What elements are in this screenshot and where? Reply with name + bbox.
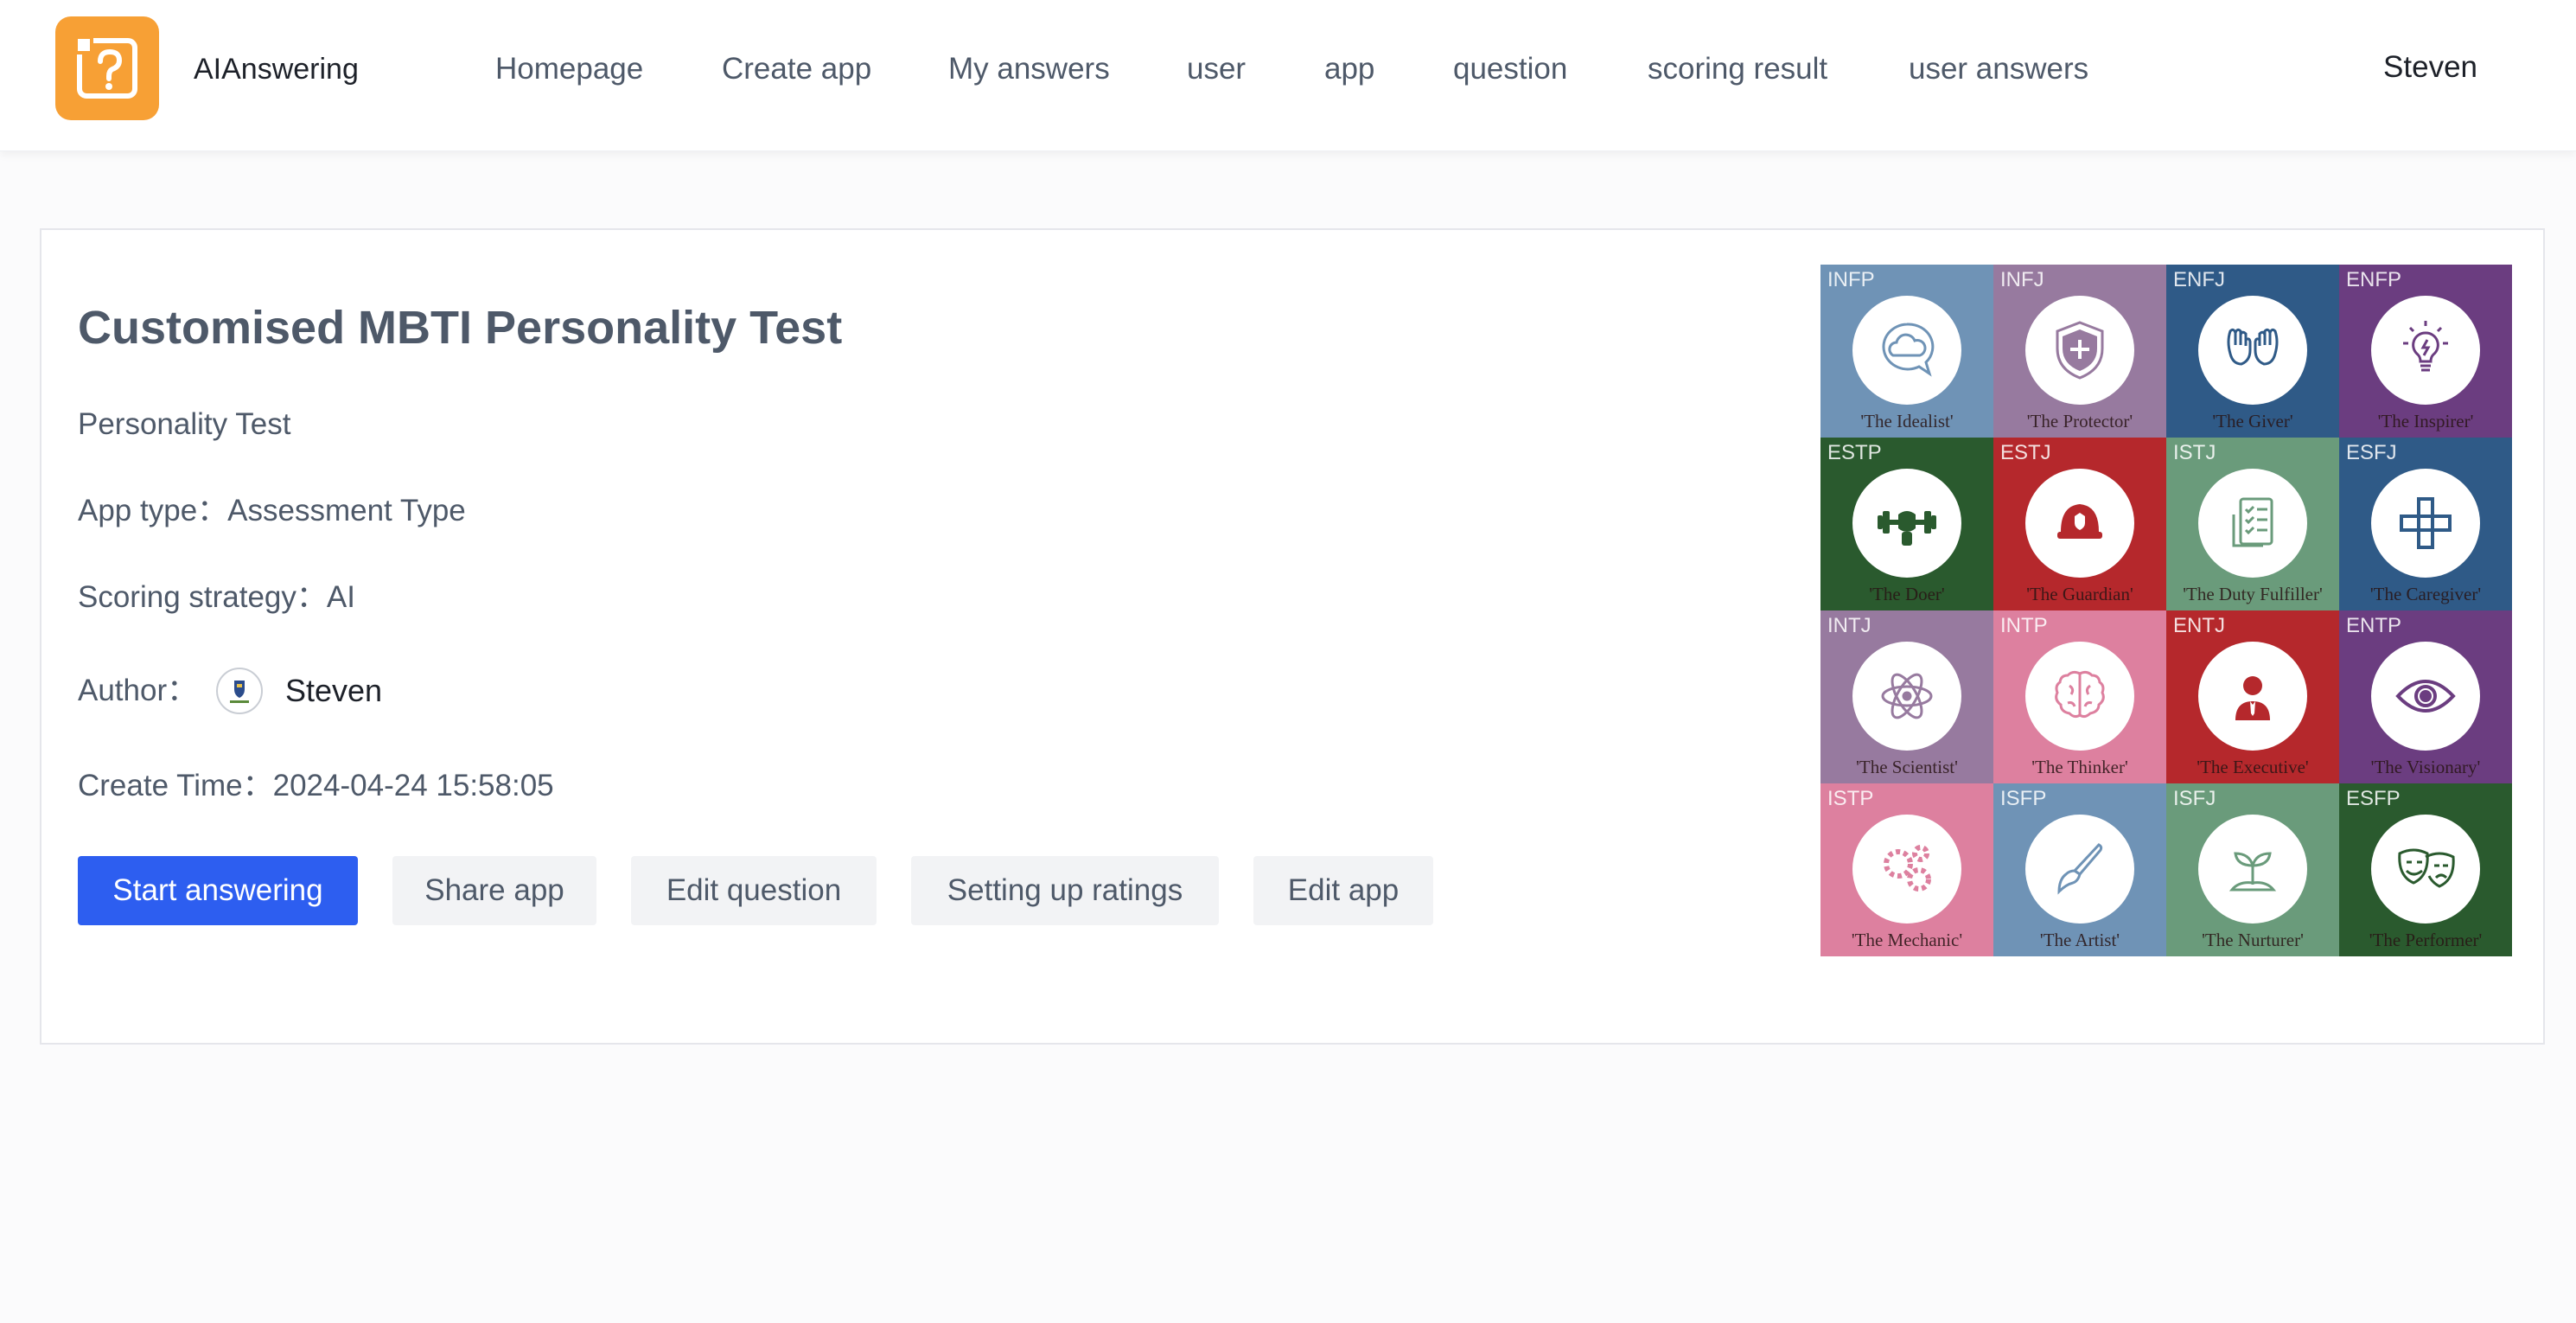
app-title: Customised MBTI Personality Test bbox=[78, 302, 843, 354]
mbti-name: 'The Scientist' bbox=[1856, 757, 1958, 777]
scoring-strategy-row: Scoring strategy：AI bbox=[78, 576, 355, 619]
user-menu[interactable]: Steven bbox=[2383, 43, 2477, 92]
start-answering-button[interactable]: Start answering bbox=[78, 856, 358, 925]
mbti-name: 'The Nurturer' bbox=[2202, 930, 2304, 950]
app-detail-card: Customised MBTI Personality Test Persona… bbox=[40, 228, 2545, 1045]
mbti-code: ISTP bbox=[1827, 787, 1874, 810]
crest-icon bbox=[230, 681, 249, 703]
nav-item-homepage[interactable]: Homepage bbox=[495, 45, 643, 93]
dumbbell-icon bbox=[1878, 511, 1936, 546]
mbti-name: 'The Visionary' bbox=[2370, 757, 2481, 777]
author-avatar[interactable] bbox=[216, 668, 263, 714]
mbti-tile-esfp: ESFP 'The Performer' bbox=[2339, 783, 2512, 956]
nav-item-app[interactable]: app bbox=[1324, 45, 1374, 93]
nav-item-scoring-result[interactable]: scoring result bbox=[1648, 45, 1827, 93]
mbti-name: 'The Guardian' bbox=[2026, 584, 2133, 604]
share-app-button[interactable]: Share app bbox=[392, 856, 596, 925]
mbti-name: 'The Giver' bbox=[2212, 411, 2293, 431]
mbti-name: 'The Caregiver' bbox=[2369, 584, 2482, 604]
mbti-name: 'The Protector' bbox=[2026, 411, 2133, 431]
app-logo[interactable] bbox=[55, 16, 159, 120]
shield-icon bbox=[2056, 321, 2104, 380]
nav-item-user[interactable]: user bbox=[1187, 45, 1246, 93]
app-type-row: App type：Assessment Type bbox=[78, 489, 466, 533]
author-label: Author： bbox=[78, 674, 198, 707]
question-box-icon bbox=[74, 35, 137, 99]
executive-icon bbox=[2235, 676, 2270, 720]
atom-icon bbox=[1881, 673, 1933, 719]
app-type-label: App type： bbox=[78, 494, 228, 527]
create-time-label: Create Time： bbox=[78, 769, 273, 802]
edit-question-button[interactable]: Edit question bbox=[631, 856, 877, 925]
nav-item-question[interactable]: question bbox=[1453, 45, 1567, 93]
checklist-icon bbox=[2232, 497, 2273, 547]
mbti-name: 'The Doer' bbox=[1869, 584, 1945, 604]
brand-name: AIAnswering bbox=[194, 53, 359, 86]
mbti-tile-esfj: ESFJ 'The Caregiver' bbox=[2339, 438, 2512, 610]
create-time-value: 2024-04-24 15:58:05 bbox=[272, 769, 554, 802]
helmet-icon bbox=[2057, 504, 2102, 539]
setting-up-ratings-button[interactable]: Setting up ratings bbox=[911, 856, 1219, 925]
nav-item-user-answers[interactable]: user answers bbox=[1909, 45, 2088, 93]
mbti-code: ISTJ bbox=[2173, 441, 2216, 464]
mbti-tile-isfj: ISFJ 'The Nurturer' bbox=[2166, 783, 2339, 956]
nav-item-create-app[interactable]: Create app bbox=[722, 45, 871, 93]
mbti-code: ISFP bbox=[2000, 787, 2047, 810]
mbti-tile-istp: ISTP 'The Mechanic' bbox=[1820, 783, 1993, 956]
app-type-value: Assessment Type bbox=[227, 494, 466, 527]
mbti-tile-enfj: ENFJ 'The Giver' bbox=[2166, 265, 2339, 438]
mbti-tile-entp: ENTP 'The Visionary' bbox=[2339, 610, 2512, 783]
mbti-name: 'The Idealist' bbox=[1860, 411, 1954, 431]
mbti-tile-infj: INFJ 'The Protector' bbox=[1993, 265, 2166, 438]
mbti-code: ESTP bbox=[1827, 441, 1882, 464]
sprout-icon bbox=[2228, 852, 2277, 892]
mbti-tile-intp: INTP 'The Thinker' bbox=[1993, 610, 2166, 783]
author-name[interactable]: Steven bbox=[285, 668, 382, 714]
mbti-code: ENFP bbox=[2346, 268, 2402, 291]
mbti-tile-entj: ENTJ 'The Executive' bbox=[2166, 610, 2339, 783]
mbti-code: INTJ bbox=[1827, 614, 1871, 637]
mbti-code: INFP bbox=[1827, 268, 1875, 291]
mbti-name: 'The Duty Fulfiller' bbox=[2183, 584, 2323, 604]
mbti-code: ESFP bbox=[2346, 787, 2401, 810]
mbti-name: 'The Performer' bbox=[2369, 930, 2483, 950]
mbti-code: INTP bbox=[2000, 614, 2048, 637]
mbti-tile-enfp: ENFP 'The Inspirer' bbox=[2339, 265, 2512, 438]
mbti-code: ENTP bbox=[2346, 614, 2402, 637]
mbti-name: 'The Artist' bbox=[2039, 930, 2120, 950]
gears-icon bbox=[1884, 845, 1931, 892]
top-nav-bar: AIAnswering Homepage Create app My answe… bbox=[0, 0, 2576, 151]
scoring-strategy-value: AI bbox=[326, 580, 355, 614]
app-description: Personality Test bbox=[78, 407, 291, 441]
mbti-name: 'The Mechanic' bbox=[1851, 930, 1963, 950]
mbti-code: ENFJ bbox=[2173, 268, 2225, 291]
nav-item-my-answers[interactable]: My answers bbox=[948, 45, 1110, 93]
mbti-tile-estp: ESTP 'The Doer' bbox=[1820, 438, 1993, 610]
mbti-name: 'The Inspirer' bbox=[2377, 411, 2474, 431]
app-cover-image: INFP 'The Idealist' INFJ 'The Protector'… bbox=[1820, 265, 2512, 956]
mbti-code: ESTJ bbox=[2000, 441, 2051, 464]
mbti-code: ENTJ bbox=[2173, 614, 2225, 637]
scoring-strategy-label: Scoring strategy： bbox=[78, 580, 327, 614]
mbti-code: ISFJ bbox=[2173, 787, 2216, 810]
edit-app-button[interactable]: Edit app bbox=[1253, 856, 1433, 925]
theater-masks-icon bbox=[2398, 848, 2455, 888]
paintbrush-icon bbox=[2057, 843, 2103, 895]
mbti-tile-infp: INFP 'The Idealist' bbox=[1820, 265, 1993, 438]
bandage-icon bbox=[2400, 497, 2452, 549]
mbti-tile-isfp: ISFP 'The Artist' bbox=[1993, 783, 2166, 956]
lightbulb-icon bbox=[2403, 321, 2448, 372]
eye-icon bbox=[2395, 680, 2456, 713]
mbti-code: INFJ bbox=[2000, 268, 2044, 291]
mbti-name: 'The Executive' bbox=[2197, 757, 2309, 777]
mbti-name: 'The Thinker' bbox=[2031, 757, 2128, 777]
create-time-row: Create Time：2024-04-24 15:58:05 bbox=[78, 764, 554, 808]
mbti-code: ESFJ bbox=[2346, 441, 2397, 464]
open-hands-icon bbox=[2227, 328, 2279, 366]
brain-icon bbox=[2055, 670, 2105, 719]
mbti-tile-intj: INTJ 'The Scientist' bbox=[1820, 610, 1993, 783]
cloud-speech-icon bbox=[1882, 323, 1935, 377]
mbti-tile-estj: ESTJ 'The Guardian' bbox=[1993, 438, 2166, 610]
mbti-tile-istj: ISTJ 'The Duty Fulfiller' bbox=[2166, 438, 2339, 610]
